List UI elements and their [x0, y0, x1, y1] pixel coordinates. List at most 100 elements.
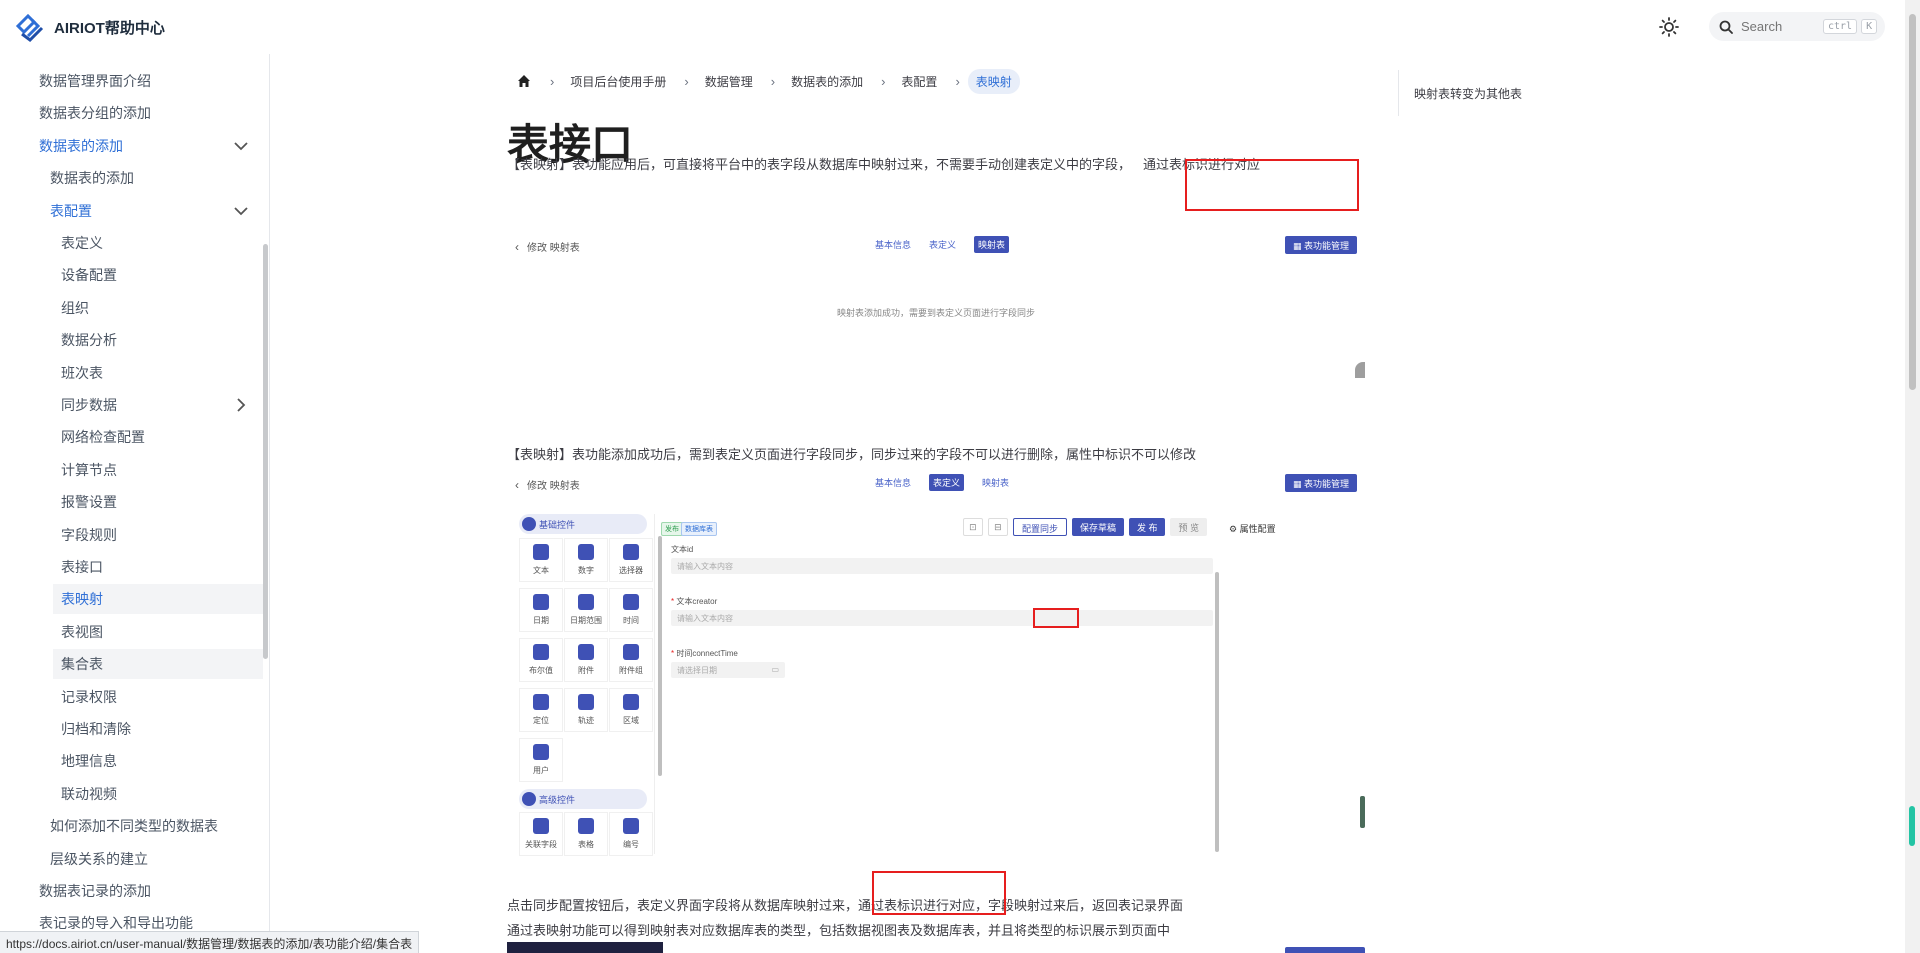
back-button: ‹ 修改 映射表 [515, 239, 580, 255]
control-label: 定位 [533, 716, 549, 725]
paragraph: 【表映射】表功能添加成功后，需到表定义页面进行字段同步，同步过来的字段不可以进行… [507, 447, 1197, 462]
chevron-down-icon[interactable] [231, 136, 251, 156]
sidebar-item[interactable]: 集合表 [53, 649, 263, 680]
sidebar-item[interactable]: 表定义 [53, 228, 263, 258]
breadcrumb-item[interactable]: 表配置 [901, 73, 937, 90]
sidebar-item[interactable]: 数据管理界面介绍 [31, 66, 263, 96]
control-label: 用户 [533, 766, 549, 775]
toc-item[interactable]: 映射表转变为其他表 [1414, 85, 1522, 102]
sidebar-item[interactable]: 数据表分组的添加 [31, 98, 263, 128]
figure-header: ‹ 修改 映射表 基本信息 表定义 映射表 ▦ 表功能管理 [507, 470, 1365, 498]
highlight-box [872, 871, 1006, 915]
control-icon [533, 694, 549, 710]
control-item: 关联字段 [519, 812, 563, 856]
sidebar-item[interactable]: 网络检查配置 [53, 422, 263, 452]
breadcrumb-item[interactable]: 数据管理 [705, 73, 753, 90]
control-label: 日期范围 [570, 616, 602, 625]
control-group-advanced: 高级控件 [519, 789, 647, 809]
control-icon [533, 818, 549, 834]
sidebar-item[interactable]: 表映射 [53, 584, 263, 615]
sidebar-item[interactable]: 字段规则 [53, 520, 263, 550]
import-icon: ⊡ [962, 518, 983, 536]
field-label-text: 文本creator [676, 597, 718, 606]
chevron-left-icon: ‹ [515, 239, 519, 254]
home-icon[interactable] [516, 73, 532, 89]
chevron-left-icon: ‹ [515, 477, 519, 492]
chevron-right-icon[interactable] [231, 395, 251, 415]
sidebar-item[interactable]: 数据表记录的添加 [31, 876, 263, 906]
figure-corner-mark [1355, 362, 1365, 378]
control-item: 选择器 [609, 538, 653, 582]
form-scrollbar [1215, 572, 1219, 852]
sidebar-item[interactable]: 班次表 [53, 358, 263, 388]
control-label: 关联字段 [525, 840, 557, 849]
sidebar-item[interactable]: 记录权限 [53, 682, 263, 712]
figure-action-label: 表功能管理 [1303, 479, 1349, 489]
sidebar-item-label: 地理信息 [61, 753, 117, 770]
sidebar-scrollbar[interactable] [263, 244, 268, 659]
sidebar-item-label: 数据表分组的添加 [39, 105, 151, 122]
grid-icon: ▦ [1292, 479, 1304, 489]
control-icon [578, 644, 594, 660]
settings-icon: ⚙ [1229, 524, 1240, 534]
sidebar-item[interactable]: 计算节点 [53, 455, 263, 485]
control-item: 编号 [609, 812, 653, 856]
sidebar-item[interactable]: 数据分析 [53, 325, 263, 355]
control-item: 附件 [564, 638, 608, 682]
figure-tab: 基本信息 [875, 478, 912, 488]
tag-database: 数据库表 [681, 522, 717, 536]
control-label: 选择器 [619, 566, 643, 575]
sidebar-item-label: 数据管理界面介绍 [39, 73, 151, 89]
status-url: https://docs.airiot.cn/user-manual/数据管理/… [0, 931, 420, 953]
sidebar-item[interactable]: 表接口 [53, 552, 263, 582]
logo[interactable]: AIRIOT帮助中心 [14, 12, 165, 42]
sidebar-item-label: 集合表 [61, 656, 103, 673]
sidebar-item-label: 表定义 [61, 235, 103, 251]
sidebar-item-label: 联动视频 [61, 785, 117, 802]
control-item: 时间 [609, 588, 653, 632]
control-icon [578, 694, 594, 710]
breadcrumb-item[interactable]: 数据表的添加 [791, 73, 863, 90]
sidebar-item[interactable]: 报警设置 [53, 487, 263, 517]
breadcrumb-item[interactable]: 项目后台使用手册 [570, 73, 666, 90]
search-input[interactable] [1741, 19, 1819, 34]
control-label: 表格 [578, 840, 594, 849]
sidebar-item[interactable]: 地理信息 [53, 746, 263, 776]
sidebar-item[interactable]: 如何添加不同类型的数据表 [42, 811, 263, 841]
sidebar-item-label: 层级关系的建立 [50, 850, 148, 867]
control-label: 日期 [533, 616, 549, 625]
sidebar-item[interactable]: 层级关系的建立 [42, 844, 263, 874]
page-scrollbar-thumb[interactable] [1909, 14, 1916, 390]
form-toolbar: ⊡ ⊟ 配置同步 保存草稿 发 布 预 览 [962, 518, 1207, 536]
control-label: 布尔值 [529, 666, 553, 675]
sidebar-item[interactable]: 联动视频 [53, 779, 263, 809]
sidebar-item-label: 同步数据 [61, 397, 117, 413]
figure-action-button: ▦ 表功能管理 [1284, 236, 1357, 254]
sidebar-item[interactable]: 数据表的添加 [31, 131, 263, 161]
floating-handle[interactable] [1909, 806, 1915, 846]
theme-toggle-button[interactable] [1656, 14, 1682, 40]
sidebar-item-label: 表配置 [50, 202, 92, 219]
figure-tab: 表定义 [929, 240, 957, 250]
figure-empty-text: 映射表添加成功，需要到表定义页面进行字段同步 [836, 308, 1035, 318]
sidebar-item[interactable]: 表视图 [53, 617, 263, 647]
search-box[interactable]: ctrl K [1709, 12, 1885, 41]
logo-text: AIRIOT帮助中心 [54, 19, 165, 37]
figure-action-button: ▦ 表功能管理 [1284, 474, 1357, 492]
control-icon [623, 644, 639, 660]
highlight-box [1185, 159, 1359, 211]
sidebar-item-label: 班次表 [61, 364, 103, 381]
export-icon: ⊟ [987, 518, 1008, 536]
sidebar-item[interactable]: 归档和清除 [53, 714, 263, 744]
control-item: 表格 [564, 812, 608, 856]
sidebar-item[interactable]: 组织 [53, 293, 263, 323]
date-input: 请选择日期 ▭ [671, 662, 785, 678]
sidebar-item[interactable]: 数据表的添加 [42, 163, 263, 193]
control-label: 区域 [623, 716, 639, 725]
screenshot-figure-2: ‹ 修改 映射表 基本信息 表定义 映射表 ▦ 表功能管理 基础控件 文本 数字 选… [507, 470, 1365, 870]
sidebar-item[interactable]: 设备配置 [53, 260, 263, 290]
sidebar-item[interactable]: 同步数据 [53, 390, 263, 420]
chevron-down-icon[interactable] [231, 201, 251, 221]
sidebar-item[interactable]: 表配置 [42, 196, 263, 226]
table-of-contents: 映射表转变为其他表 [1398, 70, 1522, 116]
